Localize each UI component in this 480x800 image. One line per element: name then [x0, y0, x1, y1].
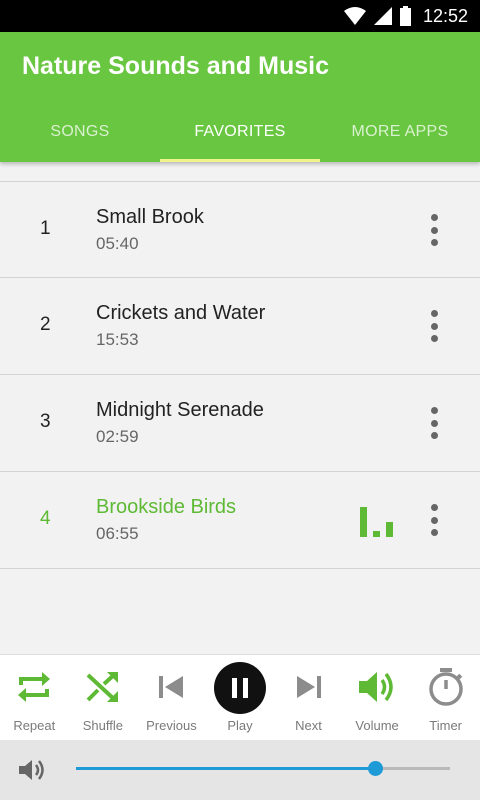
tab-songs[interactable]: SONGS: [0, 110, 160, 162]
app-bar: Nature Sounds and Music SONGS FAVORITES …: [0, 32, 480, 162]
track-number: 3: [40, 411, 51, 432]
volume-icon: [359, 672, 393, 702]
timer-label: Timer: [429, 718, 463, 733]
equalizer-icon: [360, 507, 393, 537]
track-title: Crickets and Water: [96, 302, 266, 324]
repeat-label: Repeat: [13, 718, 56, 733]
play-label: Play: [227, 718, 253, 733]
track-row[interactable]: 1 Small Brook 05:40: [0, 181, 480, 278]
timer-button[interactable]: Timer: [411, 655, 480, 740]
next-label: Next: [295, 718, 322, 733]
track-title: Midnight Serenade: [96, 399, 264, 421]
more-options-icon[interactable]: [424, 403, 444, 443]
track-duration: 02:59: [96, 427, 139, 446]
timer-icon: [428, 668, 463, 706]
more-options-icon[interactable]: [424, 500, 444, 540]
more-options-icon[interactable]: [424, 306, 444, 346]
signal-icon: [373, 7, 392, 25]
player-controls: Repeat Shuffle Previous Play Next Volume…: [0, 654, 480, 740]
volume-slider-fill: [76, 767, 376, 770]
shuffle-icon: [86, 672, 118, 702]
tab-bar: SONGS FAVORITES MORE APPS: [0, 110, 480, 162]
repeat-button[interactable]: Repeat: [0, 655, 69, 740]
repeat-icon: [18, 672, 51, 702]
tab-more-apps[interactable]: MORE APPS: [320, 110, 480, 162]
pause-icon: [213, 662, 266, 714]
track-duration: 05:40: [96, 234, 139, 253]
app-title: Nature Sounds and Music: [22, 52, 329, 80]
track-row[interactable]: 3 Midnight Serenade 02:59: [0, 375, 480, 472]
status-bar: 12:52: [0, 0, 480, 32]
speaker-icon: [19, 760, 44, 780]
clock: 12:52: [422, 5, 468, 26]
wifi-icon: [343, 7, 366, 25]
volume-button[interactable]: Volume: [343, 655, 412, 740]
track-duration: 15:53: [96, 330, 139, 349]
skip-next-icon: [296, 676, 321, 698]
track-row[interactable]: 2 Crickets and Water 15:53: [0, 278, 480, 375]
track-number: 2: [40, 314, 51, 335]
play-pause-button[interactable]: Play: [206, 655, 275, 740]
skip-previous-icon: [159, 676, 184, 698]
track-list: 1 Small Brook 05:40 2 Crickets and Water…: [0, 181, 480, 569]
battery-icon: [399, 6, 411, 26]
track-number: 1: [40, 218, 51, 239]
track-title: Brookside Birds: [96, 496, 237, 518]
track-duration: 06:55: [96, 524, 139, 543]
track-number: 4: [40, 508, 51, 529]
tab-favorites[interactable]: FAVORITES: [160, 110, 320, 162]
more-options-icon[interactable]: [424, 210, 444, 250]
volume-slider-track[interactable]: [76, 767, 450, 770]
volume-label: Volume: [355, 718, 399, 733]
shuffle-button[interactable]: Shuffle: [69, 655, 138, 740]
previous-label: Previous: [146, 718, 197, 733]
next-button[interactable]: Next: [274, 655, 343, 740]
volume-bar: [0, 740, 480, 800]
volume-slider-thumb[interactable]: [368, 761, 384, 776]
track-title: Small Brook: [96, 206, 204, 228]
previous-button[interactable]: Previous: [137, 655, 206, 740]
shuffle-label: Shuffle: [82, 718, 123, 733]
track-row-playing[interactable]: 4 Brookside Birds 06:55: [0, 472, 480, 569]
